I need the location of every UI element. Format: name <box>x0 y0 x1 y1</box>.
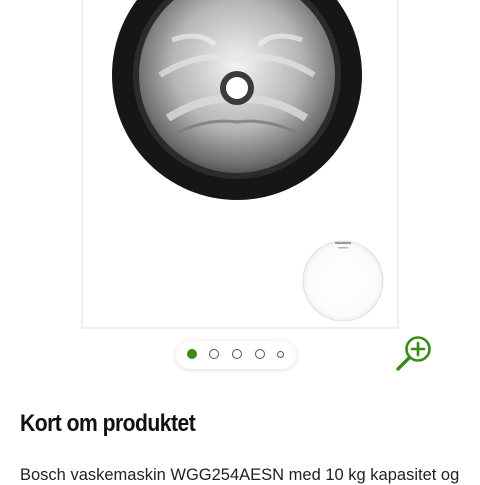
carousel-dot-2[interactable] <box>209 349 219 359</box>
section-heading: Kort om produktet <box>20 410 196 437</box>
carousel-dots <box>176 341 296 369</box>
product-description: Bosch vaskemaskin WGG254AESN med 10 kg k… <box>20 466 460 484</box>
washing-machine-image[interactable] <box>0 0 480 340</box>
carousel-dot-1[interactable] <box>187 349 197 359</box>
zoom-in-icon <box>396 336 431 371</box>
zoom-button[interactable] <box>392 334 434 376</box>
carousel-dot-4[interactable] <box>255 349 265 359</box>
product-image-gallery <box>0 0 480 392</box>
carousel-dot-3[interactable] <box>232 349 242 359</box>
carousel-dot-5[interactable] <box>277 351 284 358</box>
